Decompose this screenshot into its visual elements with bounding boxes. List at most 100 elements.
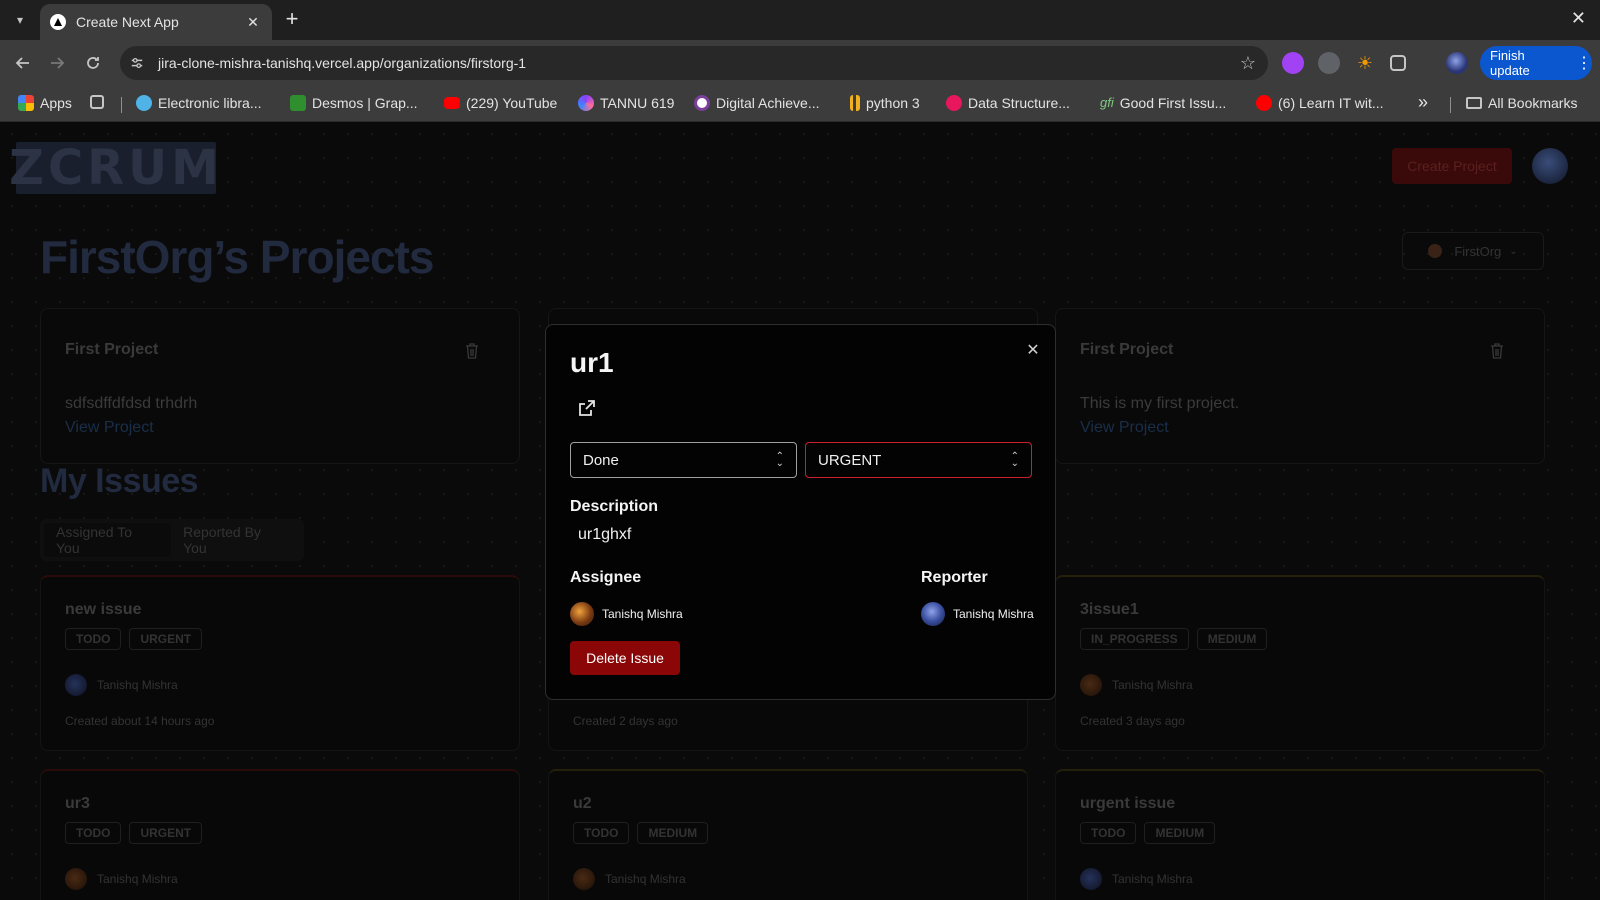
trash-icon[interactable]: [1490, 343, 1504, 359]
bookmark-separator: [121, 97, 122, 113]
back-arrow-icon[interactable]: [10, 50, 36, 76]
browser-toolbar: jira-clone-mishra-tanishq.vercel.app/org…: [0, 40, 1600, 86]
avatar: [573, 868, 595, 890]
reporter: Tanishq Mishra: [921, 602, 1034, 626]
browser-tab-active[interactable]: Create Next App ✕: [40, 4, 272, 40]
my-issues-title: My Issues: [40, 462, 199, 500]
profile-avatar[interactable]: [1446, 52, 1468, 74]
issue-badges: IN_PROGRESS MEDIUM: [1080, 628, 1268, 650]
project-description: This is my first project.: [1080, 395, 1240, 412]
status-badge: TODO: [1080, 822, 1137, 844]
view-project-link[interactable]: View Project: [65, 419, 154, 437]
view-project-link[interactable]: View Project: [1080, 419, 1169, 437]
apps-grid-icon: [18, 95, 34, 111]
tab-reported-by-you[interactable]: Reported By You: [171, 523, 300, 557]
issue-badges: TODO MEDIUM: [573, 822, 709, 844]
org-switcher[interactable]: FirstOrg ⌄: [1402, 232, 1544, 270]
grid-icon: [90, 95, 104, 109]
issue-title: urgent issue: [1080, 795, 1176, 812]
issue-assignee: Tanishq Mishra: [1080, 674, 1193, 696]
priority-badge: URGENT: [129, 628, 203, 650]
bookmark-learn-it[interactable]: (6) Learn IT wit...: [1256, 95, 1384, 111]
issue-tabs: Assigned To You Reported By You: [40, 519, 304, 561]
window-close-icon[interactable]: ✕: [1571, 8, 1586, 29]
priority-select-value: URGENT: [818, 451, 882, 469]
extension-sun-icon[interactable]: ☀: [1354, 52, 1376, 74]
nextjs-favicon-icon: [50, 14, 66, 30]
tab-groups-icon[interactable]: [90, 95, 104, 109]
project-description: sdfsdffdfdsd trhdrh: [65, 395, 198, 412]
issue-created: Created 3 days ago: [1080, 714, 1185, 728]
all-bookmarks[interactable]: All Bookmarks: [1466, 95, 1577, 111]
project-title: First Project: [1080, 341, 1174, 358]
issue-assignee: Tanishq Mishra: [65, 674, 178, 696]
bookmark-data-structure[interactable]: Data Structure...: [946, 95, 1070, 111]
new-tab-plus-icon[interactable]: +: [280, 8, 304, 32]
bookmark-digital-achieve[interactable]: Digital Achieve...: [694, 95, 820, 111]
issue-card[interactable]: u2 TODO MEDIUM Tanishq Mishra: [548, 769, 1028, 900]
create-project-button[interactable]: Create Project: [1392, 148, 1512, 184]
priority-badge: URGENT: [129, 822, 203, 844]
issue-card[interactable]: urgent issue TODO MEDIUM Tanishq Mishra: [1055, 769, 1545, 900]
extension-purple-icon[interactable]: [1282, 52, 1304, 74]
zcrum-logo[interactable]: ZCRUM: [9, 140, 219, 196]
tab-search-chevron-icon[interactable]: ▾: [8, 8, 32, 32]
bookmark-python3[interactable]: python 3: [850, 95, 920, 111]
user-avatar[interactable]: [1532, 148, 1568, 184]
priority-badge: MEDIUM: [1144, 822, 1216, 844]
bookmark-good-first-issue[interactable]: gfi Good First Issu...: [1100, 95, 1226, 111]
status-badge: IN_PROGRESS: [1080, 628, 1189, 650]
bookmark-label: (229) YouTube: [466, 95, 558, 111]
bookmark-star-icon[interactable]: ☆: [1240, 53, 1256, 74]
bookmark-desmos[interactable]: Desmos | Grap...: [290, 95, 418, 111]
issue-assignee: Tanishq Mishra: [573, 868, 686, 890]
finish-update-label: Finish update: [1490, 48, 1530, 78]
issue-title: new issue: [65, 601, 142, 618]
finish-update-button[interactable]: Finish update ⋮: [1480, 46, 1592, 80]
avatar: [1080, 868, 1102, 890]
reporter-name: Tanishq Mishra: [953, 607, 1034, 621]
reporter-label: Reporter: [921, 569, 988, 586]
issue-created: Created about 14 hours ago: [65, 714, 215, 728]
bookmark-label: Desmos | Grap...: [312, 95, 418, 111]
status-badge: TODO: [65, 822, 122, 844]
description-text[interactable]: ur1ghxf: [578, 526, 631, 544]
issue-assignee: Tanishq Mishra: [1080, 868, 1193, 890]
delete-issue-button[interactable]: Delete Issue: [570, 641, 680, 675]
reload-icon[interactable]: [80, 50, 106, 76]
forward-arrow-icon[interactable]: [44, 50, 70, 76]
bookmark-youtube[interactable]: (229) YouTube: [444, 95, 557, 111]
bookmark-label: Good First Issu...: [1119, 95, 1227, 111]
status-select[interactable]: Done ⌃ ⌄: [570, 442, 797, 478]
priority-select[interactable]: URGENT ⌃ ⌄: [805, 442, 1032, 478]
issue-details-dialog: ✕ ur1 Done ⌃ ⌄ URGENT ⌃ ⌄ Description ur1g…: [545, 324, 1056, 700]
bookmarks-bar: Apps Electronic libra... Desmos | Grap..…: [0, 86, 1600, 122]
tab-close-icon[interactable]: ✕: [244, 14, 262, 31]
address-bar[interactable]: jira-clone-mishra-tanishq.vercel.app/org…: [120, 46, 1268, 80]
avatar: [65, 868, 87, 890]
trash-icon[interactable]: [465, 343, 479, 359]
assignee-avatar: [570, 602, 594, 626]
bookmark-label: Apps: [40, 95, 72, 111]
issue-card[interactable]: new issue TODO URGENT Tanishq Mishra Cre…: [40, 575, 520, 751]
avatar: [1080, 674, 1102, 696]
issue-title: ur3: [65, 795, 90, 812]
issue-card[interactable]: ur3 TODO URGENT Tanishq Mishra: [40, 769, 520, 900]
bookmark-tannu[interactable]: TANNU 619: [578, 95, 674, 111]
globe-icon: [136, 95, 152, 111]
issue-card[interactable]: 3issue1 IN_PROGRESS MEDIUM Tanishq Mishr…: [1055, 575, 1545, 751]
extensions-puzzle-icon[interactable]: [1390, 55, 1406, 71]
site-info-tune-icon[interactable]: [124, 50, 150, 76]
bookmark-apps[interactable]: Apps: [18, 95, 72, 111]
close-icon[interactable]: ✕: [1024, 341, 1042, 359]
extension-glasses-icon[interactable]: [1318, 52, 1340, 74]
issue-title: ur1: [570, 347, 614, 378]
data-structure-icon: [946, 95, 962, 111]
bookmark-electronic-library[interactable]: Electronic libra...: [136, 95, 261, 111]
tab-assigned-to-you[interactable]: Assigned To You: [44, 523, 172, 557]
org-avatar: [1428, 244, 1443, 258]
external-link-icon[interactable]: [578, 399, 596, 417]
more-bookmarks-chevron-icon[interactable]: »: [1418, 92, 1428, 113]
bookmark-label: Data Structure...: [968, 95, 1070, 111]
issue-assignee: Tanishq Mishra: [65, 868, 178, 890]
